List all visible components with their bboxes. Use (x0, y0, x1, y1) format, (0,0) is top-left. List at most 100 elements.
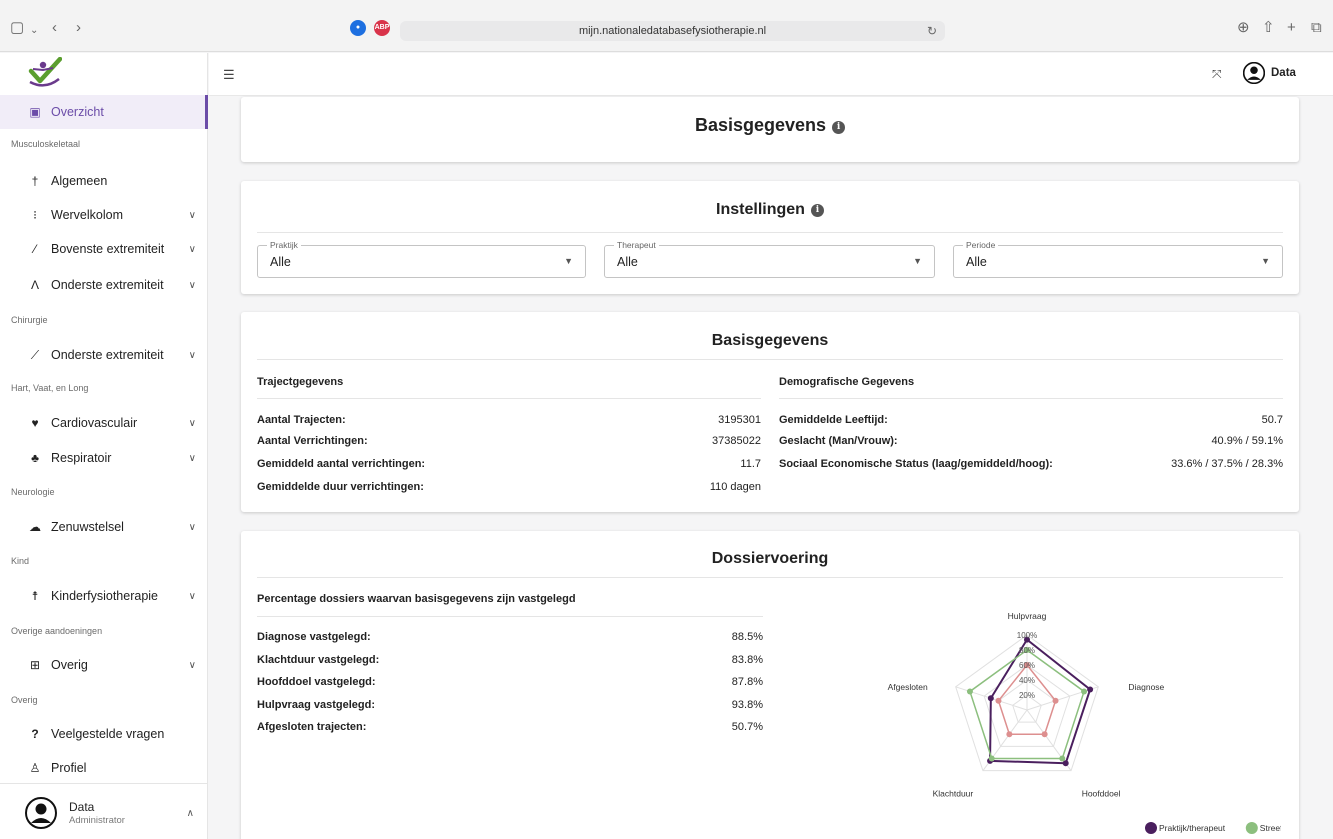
dossiervoering-title: Dossiervoering (711, 550, 829, 567)
extension-icon[interactable]: ● (350, 20, 366, 36)
sidebar-item-zenuwstelsel[interactable]: ☁ Zenuwstelsel ∨ (0, 510, 208, 544)
child-icon: ☨ (31, 589, 39, 603)
new-tab-icon[interactable]: + (1287, 20, 1296, 35)
traject-value: 37385022 (712, 435, 761, 447)
info-icon[interactable]: i (832, 121, 846, 134)
dossier-value: 50.7% (731, 721, 763, 733)
traject-value: 3195301 (718, 414, 761, 426)
demo-label: Geslacht (Man/Vrouw): (779, 435, 898, 447)
radar-point (1041, 731, 1048, 738)
radar-chart: 20% 40% 60% 80% 100% Hulpvraag Diagnose Hoofddo… (888, 611, 1281, 834)
sidebar-item-overig[interactable]: ⊞ Overig ∨ (0, 648, 208, 682)
section-hart-vaat-long: Hart, Vaat, en Long (11, 383, 89, 393)
radar-tick-label: 20% (1019, 691, 1035, 700)
spine-icon: ⁝ (33, 208, 37, 222)
sidebar-toggle-icon[interactable]: ▢ (10, 20, 24, 35)
sidebar-item-onderste-extremiteit[interactable]: Λ Onderste extremiteit ∨ (0, 268, 208, 302)
divider (257, 398, 761, 399)
chevron-down-icon: ∨ (188, 590, 196, 602)
section-overige-aandoeningen: Overige aandoeningen (11, 626, 103, 636)
chevron-down-icon: ∨ (188, 521, 196, 533)
chevron-down-icon: ∨ (188, 243, 196, 255)
divider (257, 359, 1283, 360)
chevron-down-icon: ∨ (188, 452, 196, 464)
chevron-down-icon: ∨ (188, 279, 196, 291)
sidebar-item-veelgestelde-vragen[interactable]: ? Veelgestelde vragen (0, 717, 208, 751)
radar-point (1081, 688, 1088, 695)
sidebar-item-cardiovasculair[interactable]: ♥ Cardiovasculair ∨ (0, 406, 208, 440)
tabs-overview-icon[interactable]: ⧉ (1311, 20, 1322, 35)
sidebar-item-respiratoir[interactable]: ♣ Respiratoir ∨ (0, 441, 208, 475)
sidebar-item-bovenste-extremiteit[interactable]: ⁄ Bovenste extremiteit ∨ (0, 232, 208, 266)
question-icon: ? (31, 727, 39, 741)
radar-point (966, 688, 973, 695)
traject-label: Gemiddeld aantal verrichtingen: (257, 458, 426, 470)
demo-label: Gemiddelde Leeftijd: (779, 414, 888, 426)
chevron-down-icon[interactable]: ⌄ (30, 23, 38, 38)
menu-collapse-icon[interactable]: ☰ (223, 67, 235, 83)
sidebar-item-wervelkolom[interactable]: ⁝ Wervelkolom ∨ (0, 198, 208, 232)
arm-icon: ⁄ (33, 242, 36, 256)
section-chirurgie: Chirurgie (11, 315, 48, 325)
share-icon[interactable]: ⇧ (1262, 20, 1275, 35)
caret-down-icon: ▼ (913, 256, 922, 266)
radar-category-label: Afgesloten (888, 682, 928, 692)
avatar[interactable] (1243, 62, 1265, 84)
forward-icon[interactable]: › (76, 20, 81, 35)
reload-icon[interactable]: ↻ (927, 24, 937, 39)
traject-value: 11.7 (740, 458, 761, 470)
download-icon[interactable]: ⊕ (1237, 20, 1250, 35)
legend-swatch (1145, 822, 1157, 834)
sidebar-item-profiel[interactable]: ♙ Profiel (0, 751, 208, 785)
heart-icon: ♥ (31, 416, 39, 430)
topbar-user-name[interactable]: Data (1271, 67, 1296, 79)
basisgegevens-card: Basisgegevens Trajectgegevens Aantal Tra… (241, 312, 1299, 512)
demo-value: 40.9% / 59.1% (1211, 435, 1283, 447)
chevron-down-icon: ∨ (188, 659, 196, 671)
radar-point (1052, 697, 1059, 704)
radar-category-label: Hulpvraag (1008, 611, 1047, 621)
section-kind: Kind (11, 556, 30, 566)
periode-select[interactable]: Periode Alle ▼ (953, 240, 1283, 278)
traject-label: Aantal Verrichtingen: (257, 435, 368, 447)
traject-value: 110 dagen (709, 481, 761, 493)
sidebar: ▣ Overzicht Musculoskeletaal † Algemeen … (0, 53, 208, 839)
radar-point (1059, 755, 1066, 762)
radar-point (995, 697, 1002, 704)
address-bar[interactable]: mijn.nationaledatabasefysiotherapie.nl (400, 21, 945, 41)
back-icon[interactable]: ‹ (52, 20, 57, 35)
chevron-down-icon: ∨ (188, 349, 196, 361)
divider (779, 398, 1283, 399)
info-icon[interactable]: i (810, 204, 824, 217)
section-overig: Overig (11, 695, 38, 705)
sidebar-item-overzicht[interactable]: ▣ Overzicht (0, 95, 208, 129)
basisgegevens-title: Basisgegevens (711, 332, 829, 349)
dossiervoering-card: Dossiervoering Percentage dossiers waarv… (241, 531, 1299, 839)
radar-point (988, 755, 995, 762)
fullscreen-icon[interactable]: ⤧ (1212, 67, 1222, 82)
caret-down-icon: ▼ (564, 256, 573, 266)
sidebar-user-menu[interactable]: Data Administrator ∧ (0, 783, 208, 839)
app-logo (28, 57, 62, 87)
dashboard-icon: ▣ (29, 105, 41, 119)
page-header-card: Basisgegevens i (241, 97, 1299, 162)
settings-card: Instellingen i Praktijk Alle ▼ Therapeut … (241, 181, 1299, 294)
therapeut-select[interactable]: Therapeut Alle ▼ (604, 240, 935, 278)
legs-icon: Λ (30, 278, 39, 292)
dossier-value: 83.8% (731, 654, 763, 666)
radar-category-label: Hoofddoel (1082, 789, 1121, 799)
dossier-label: Hoofddoel vastgelegd: (257, 676, 376, 688)
dossier-label: Klachtduur vastgelegd: (257, 654, 380, 666)
sidebar-item-algemeen[interactable]: † Algemeen (0, 164, 208, 198)
adblock-icon[interactable]: ABP (374, 20, 390, 36)
dossier-label: Diagnose vastgelegd: (257, 631, 371, 643)
user-name: Data (69, 800, 95, 814)
radar-point (1087, 686, 1094, 693)
radar-category-label: Klachtduur (933, 789, 974, 799)
sidebar-item-kinderfysiotherapie[interactable]: ☨ Kinderfysiotherapie ∨ (0, 579, 208, 613)
sidebar-item-chirurgie-onderste-extremiteit[interactable]: ⟋ Onderste extremiteit ∨ (0, 338, 208, 372)
praktijk-select[interactable]: Praktijk Alle ▼ (257, 240, 586, 278)
radar-point (1006, 731, 1013, 738)
user-gear-icon: ♙ (29, 761, 41, 775)
radar-tick-label: 40% (1019, 676, 1035, 685)
